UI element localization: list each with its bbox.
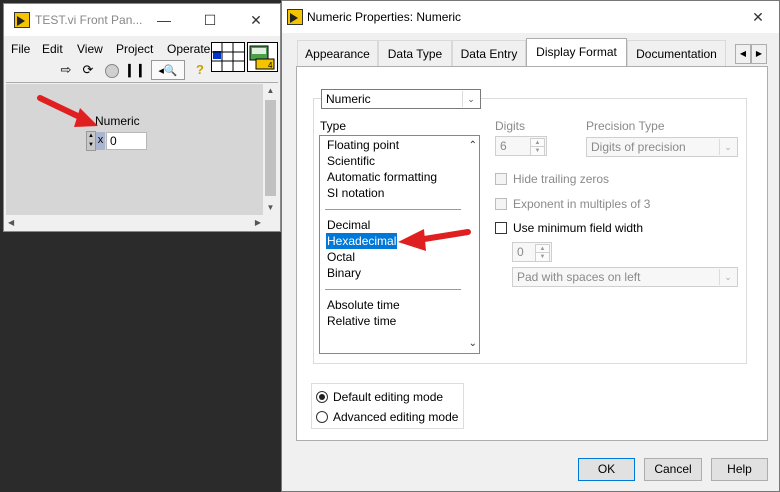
type-item-octal[interactable]: Octal [326, 249, 356, 265]
menu-file[interactable]: File [11, 42, 30, 56]
precision-type-label: Precision Type [586, 119, 665, 133]
digits-value: 6 [500, 139, 507, 153]
tab-display-format[interactable]: Display Format [526, 38, 627, 67]
abort-icon[interactable] [102, 60, 122, 80]
panel-canvas[interactable]: Numeric ▲ ▼ x 0 [6, 84, 263, 215]
scroll-down-icon[interactable]: ▼ [263, 201, 278, 215]
type-item-si-notation[interactable]: SI notation [326, 185, 385, 201]
front-panel-titlebar[interactable]: TEST.vi Front Pan... — ☐ ✕ [4, 4, 280, 36]
minimize-icon[interactable]: — [141, 4, 187, 36]
exponent-multiples-checkbox[interactable] [495, 198, 507, 210]
scroll-thumb[interactable] [265, 100, 276, 196]
pad-select-value: Pad with spaces on left [517, 270, 641, 284]
tab-data-entry[interactable]: Data Entry [452, 40, 526, 66]
advanced-editing-radio[interactable] [316, 411, 328, 423]
min-width-spinner[interactable]: 0 ▲ ▼ [512, 242, 552, 262]
tab-scroll-right-icon[interactable]: ▶ [751, 44, 767, 64]
numeric-control-value[interactable]: 0 [106, 132, 147, 150]
digits-spinner[interactable]: 6 ▲ ▼ [495, 136, 547, 156]
tab-data-type[interactable]: Data Type [378, 40, 452, 66]
precision-type-value: Digits of precision [591, 140, 686, 154]
type-separator [325, 209, 461, 210]
digits-label: Digits [495, 119, 526, 133]
connector-grid-icon [212, 43, 244, 71]
labview-icon [14, 12, 30, 28]
help-button[interactable]: Help [711, 458, 768, 481]
spin-down-icon[interactable]: ▼ [530, 146, 545, 156]
radix-indicator[interactable]: x [96, 132, 105, 150]
hide-trailing-zeros-label: Hide trailing zeros [513, 172, 610, 186]
annotation-arrow-dialog [398, 229, 471, 251]
context-help-icon[interactable]: ? [190, 60, 210, 80]
panel-horizontal-scrollbar[interactable]: ◀ ▶ [6, 215, 263, 230]
dialog-titlebar[interactable]: Numeric Properties: Numeric ✕ [282, 1, 779, 33]
type-label: Type [320, 119, 347, 133]
chevron-down-icon: ⌄ [719, 269, 736, 285]
type-item-scientific[interactable]: Scientific [326, 153, 376, 169]
chevron-down-icon: ⌄ [719, 139, 736, 155]
toolbar: ⇨ ⟳ ❙❙ ◂🔍 ? [4, 58, 210, 82]
spin-down-icon[interactable]: ▼ [535, 252, 550, 262]
default-editing-label: Default editing mode [333, 390, 444, 404]
min-field-width-checkbox[interactable] [495, 222, 507, 234]
svg-text:4: 4 [268, 61, 273, 70]
run-arrow-icon[interactable]: ⇨ [56, 60, 76, 80]
hide-trailing-zeros-checkbox[interactable] [495, 173, 507, 185]
type-item-hexadecimal[interactable]: Hexadecimal [326, 233, 398, 249]
min-field-width-label: Use minimum field width [513, 221, 644, 235]
pause-icon[interactable]: ❙❙ [124, 60, 146, 80]
scroll-left-icon[interactable]: ◀ [8, 215, 14, 230]
menu-view[interactable]: View [77, 42, 103, 56]
pad-select[interactable]: Pad with spaces on left ⌄ [512, 267, 738, 287]
tab-appearance[interactable]: Appearance [297, 40, 378, 66]
type-item-relative-time[interactable]: Relative time [326, 313, 397, 329]
type-item-floating-point[interactable]: Floating point [326, 137, 400, 153]
panel-vertical-scrollbar[interactable]: ▲ ▼ [263, 84, 278, 215]
dialog-title: Numeric Properties: Numeric [307, 10, 462, 24]
ok-button[interactable]: OK [578, 458, 635, 481]
menu-bar: File Edit View Project Operate [4, 36, 210, 58]
text-settings-icon[interactable]: ◂🔍 [151, 60, 185, 80]
front-panel-window: TEST.vi Front Pan... — ☐ ✕ File Edit Vie… [3, 3, 281, 232]
advanced-editing-label: Advanced editing mode [333, 410, 459, 424]
front-panel-title: TEST.vi Front Pan... [35, 13, 143, 27]
menu-project[interactable]: Project [116, 42, 153, 56]
connector-pane[interactable] [211, 42, 245, 72]
vi-icon[interactable]: 4 [247, 42, 278, 72]
numeric-increment-icon[interactable]: ▲ ▼ [86, 131, 96, 151]
exponent-multiples-label: Exponent in multiples of 3 [513, 197, 651, 211]
target-select[interactable]: Numeric ⌄ [321, 89, 481, 109]
labview-icon [287, 9, 303, 25]
type-separator [325, 289, 461, 290]
listbox-scroll-up-icon[interactable]: ⌃ [469, 140, 477, 151]
default-editing-radio[interactable] [316, 391, 328, 403]
annotation-arrow-panel [37, 95, 98, 127]
type-item-binary[interactable]: Binary [326, 265, 362, 281]
type-item-decimal[interactable]: Decimal [326, 217, 371, 233]
close-icon[interactable]: ✕ [233, 4, 279, 36]
run-continuously-icon[interactable]: ⟳ [78, 60, 98, 80]
tab-scroll-left-icon[interactable]: ◀ [735, 44, 751, 64]
type-item-absolute-time[interactable]: Absolute time [326, 297, 401, 313]
dialog-close-icon[interactable]: ✕ [735, 1, 780, 33]
toolbar-divider [6, 82, 278, 83]
target-select-value: Numeric [326, 92, 371, 106]
menu-operate[interactable]: Operate [167, 42, 210, 56]
scroll-up-icon[interactable]: ▲ [263, 84, 278, 98]
type-item-automatic[interactable]: Automatic formatting [326, 169, 438, 185]
listbox-scroll-down-icon[interactable]: ⌄ [469, 338, 477, 349]
chevron-down-icon: ⌄ [462, 91, 479, 107]
scroll-right-icon[interactable]: ▶ [255, 215, 261, 230]
min-width-value: 0 [517, 245, 524, 259]
maximize-icon[interactable]: ☐ [187, 4, 233, 36]
tab-documentation[interactable]: Documentation [627, 40, 726, 66]
precision-type-select[interactable]: Digits of precision ⌄ [586, 137, 738, 157]
cancel-button[interactable]: Cancel [644, 458, 702, 481]
menu-edit[interactable]: Edit [42, 42, 63, 56]
vi-graphic-icon: 4 [249, 45, 275, 70]
